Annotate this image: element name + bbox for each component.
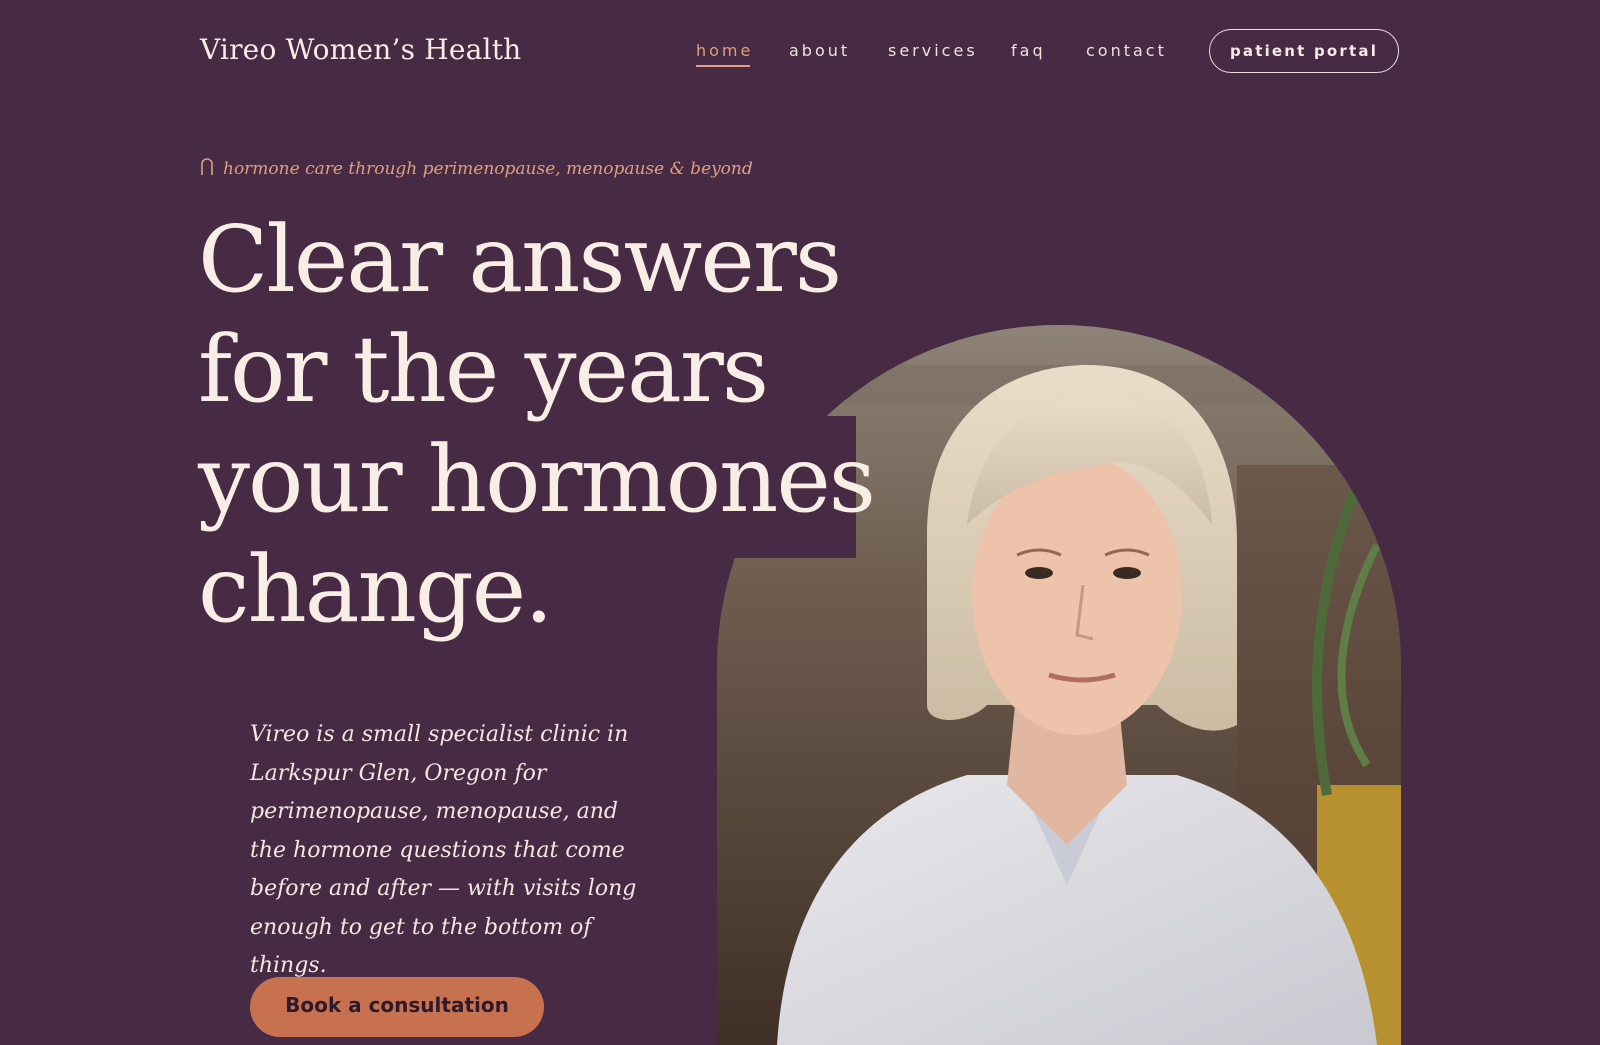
nav-home[interactable]: home — [696, 40, 753, 67]
eyebrow: hormone care through perimenopause, meno… — [200, 156, 753, 181]
headline-line: Clear answers — [198, 206, 842, 313]
nav-services[interactable]: services — [888, 40, 978, 62]
hero-description: Vireo is a small specialist clinic in La… — [250, 722, 637, 978]
nav-faq[interactable]: faq — [1011, 40, 1046, 62]
patient-portal-button[interactable]: patient portal — [1209, 29, 1399, 73]
eyebrow-text: hormone care through perimenopause, meno… — [223, 158, 753, 179]
headline-line: your hormones — [198, 426, 876, 533]
nav-about[interactable]: about — [789, 40, 850, 62]
headline-line: for the years — [198, 316, 769, 423]
arch-icon — [200, 156, 214, 181]
book-consultation-button[interactable]: Book a consultation — [250, 977, 544, 1037]
headline-line: change. — [198, 536, 553, 643]
nav-contact[interactable]: contact — [1086, 40, 1167, 62]
hero-headline: Clear answers for the years your hormone… — [198, 205, 876, 645]
